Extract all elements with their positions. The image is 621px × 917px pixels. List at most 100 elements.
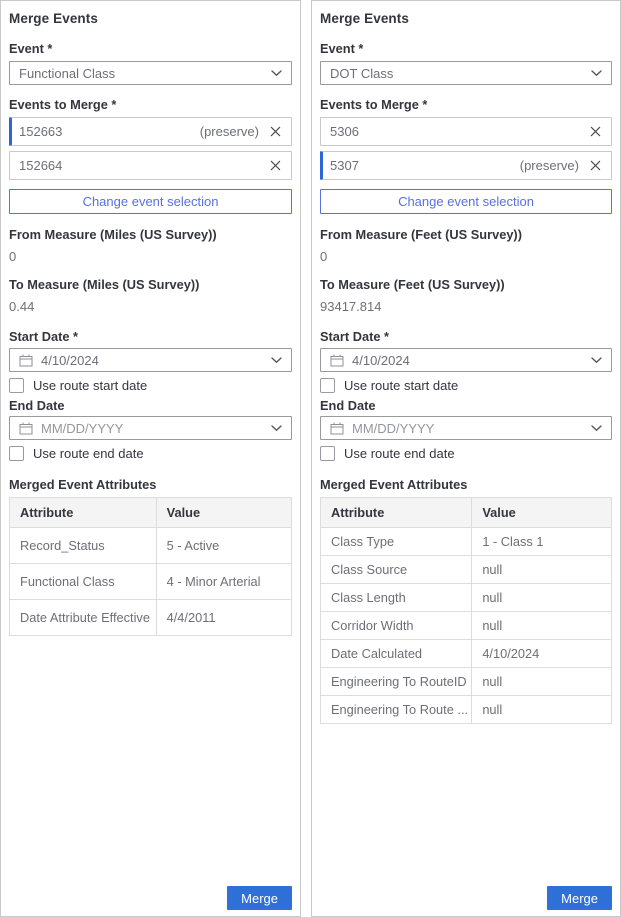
close-icon[interactable] — [268, 125, 282, 139]
event-item: 152664 — [9, 151, 292, 180]
event-id: 5306 — [330, 124, 579, 139]
to-measure-label: To Measure (Feet (US Survey)) — [320, 277, 612, 292]
table-row: Class Length null — [321, 584, 612, 612]
chevron-down-icon — [591, 425, 602, 432]
attribute-cell: Class Source — [321, 556, 472, 584]
use-route-end-label: Use route end date — [33, 446, 144, 461]
close-icon[interactable] — [588, 159, 602, 173]
start-date-label: Start Date * — [9, 329, 292, 344]
value-header-cell: Value — [156, 498, 291, 528]
end-date-label: End Date — [9, 398, 292, 413]
to-measure-label: To Measure (Miles (US Survey)) — [9, 277, 292, 292]
use-route-start-date-row[interactable]: Use route start date — [9, 378, 292, 393]
panel-footer: Merge — [320, 886, 612, 910]
panel-footer: Merge — [9, 886, 292, 910]
events-to-merge-label: Events to Merge * — [9, 97, 292, 112]
value-cell: null — [472, 612, 612, 640]
value-cell: 4/10/2024 — [472, 640, 612, 668]
events-to-merge-label: Events to Merge * — [320, 97, 612, 112]
panel-title: Merge Events — [9, 11, 292, 26]
close-icon[interactable] — [588, 125, 602, 139]
attribute-header-cell: Attribute — [10, 498, 157, 528]
value-cell: 4/4/2011 — [156, 600, 291, 636]
attribute-header-cell: Attribute — [321, 498, 472, 528]
table-row: Corridor Width null — [321, 612, 612, 640]
event-item: 5307 (preserve) — [320, 151, 612, 180]
table-row: Date Attribute Effective 4/4/2011 — [10, 600, 292, 636]
panel-title: Merge Events — [320, 11, 612, 26]
use-route-end-date-row[interactable]: Use route end date — [9, 446, 292, 461]
use-route-start-label: Use route start date — [33, 378, 147, 393]
calendar-icon — [330, 354, 344, 367]
start-date-value: 4/10/2024 — [352, 353, 591, 368]
end-date-picker[interactable]: MM/DD/YYYY — [320, 416, 612, 440]
use-route-end-checkbox[interactable] — [9, 446, 24, 461]
preserve-label: (preserve) — [200, 124, 259, 139]
chevron-down-icon — [271, 425, 282, 432]
table-header-row: Attribute Value — [321, 498, 612, 528]
use-route-start-checkbox[interactable] — [9, 378, 24, 393]
start-date-picker[interactable]: 4/10/2024 — [9, 348, 292, 372]
to-measure-value: 93417.814 — [320, 299, 612, 314]
end-date-picker[interactable]: MM/DD/YYYY — [9, 416, 292, 440]
attribute-cell: Functional Class — [10, 564, 157, 600]
event-select[interactable]: Functional Class — [9, 61, 292, 85]
use-route-end-date-row[interactable]: Use route end date — [320, 446, 612, 461]
from-measure-label: From Measure (Miles (US Survey)) — [9, 227, 292, 242]
table-header-row: Attribute Value — [10, 498, 292, 528]
to-measure-value: 0.44 — [9, 299, 292, 314]
chevron-down-icon — [271, 70, 282, 77]
value-cell: null — [472, 584, 612, 612]
attribute-cell: Class Type — [321, 528, 472, 556]
table-row: Functional Class 4 - Minor Arterial — [10, 564, 292, 600]
chevron-down-icon — [591, 70, 602, 77]
table-row: Class Type 1 - Class 1 — [321, 528, 612, 556]
value-cell: null — [472, 696, 612, 724]
from-measure-label: From Measure (Feet (US Survey)) — [320, 227, 612, 242]
merge-events-panel-right: Merge Events Event * DOT Class Events to… — [311, 0, 621, 917]
table-row: Engineering To Route ... null — [321, 696, 612, 724]
attribute-cell: Class Length — [321, 584, 472, 612]
value-cell: null — [472, 556, 612, 584]
attribute-cell: Date Calculated — [321, 640, 472, 668]
event-label: Event * — [9, 41, 292, 56]
end-date-placeholder: MM/DD/YYYY — [352, 421, 591, 436]
event-id: 152663 — [19, 124, 200, 139]
from-measure-value: 0 — [320, 249, 612, 264]
change-event-selection-button[interactable]: Change event selection — [320, 189, 612, 214]
merge-button[interactable]: Merge — [227, 886, 292, 910]
use-route-start-checkbox[interactable] — [320, 378, 335, 393]
chevron-down-icon — [271, 357, 282, 364]
value-cell: 5 - Active — [156, 528, 291, 564]
event-select-value: DOT Class — [330, 66, 591, 81]
event-item: 152663 (preserve) — [9, 117, 292, 146]
value-cell: null — [472, 668, 612, 696]
attribute-cell: Record_Status — [10, 528, 157, 564]
events-to-merge-list: 5306 5307 (preserve) — [320, 117, 612, 180]
use-route-start-date-row[interactable]: Use route start date — [320, 378, 612, 393]
start-date-value: 4/10/2024 — [41, 353, 271, 368]
from-measure-value: 0 — [9, 249, 292, 264]
preserve-label: (preserve) — [520, 158, 579, 173]
attribute-cell: Engineering To RouteID — [321, 668, 472, 696]
use-route-end-checkbox[interactable] — [320, 446, 335, 461]
value-header-cell: Value — [472, 498, 612, 528]
event-id: 5307 — [330, 158, 520, 173]
value-cell: 4 - Minor Arterial — [156, 564, 291, 600]
calendar-icon — [19, 354, 33, 367]
attribute-cell: Engineering To Route ... — [321, 696, 472, 724]
event-select[interactable]: DOT Class — [320, 61, 612, 85]
start-date-picker[interactable]: 4/10/2024 — [320, 348, 612, 372]
merge-button[interactable]: Merge — [547, 886, 612, 910]
event-id: 152664 — [19, 158, 259, 173]
merged-attributes-title: Merged Event Attributes — [320, 477, 612, 492]
attribute-cell: Corridor Width — [321, 612, 472, 640]
close-icon[interactable] — [268, 159, 282, 173]
change-event-selection-button[interactable]: Change event selection — [9, 189, 292, 214]
table-row: Record_Status 5 - Active — [10, 528, 292, 564]
merged-attributes-table: Attribute Value Class Type 1 - Class 1 C… — [320, 497, 612, 724]
start-date-label: Start Date * — [320, 329, 612, 344]
calendar-icon — [19, 422, 33, 435]
merge-events-workspace: Merge Events Event * Functional Class Ev… — [0, 0, 621, 917]
event-item: 5306 — [320, 117, 612, 146]
